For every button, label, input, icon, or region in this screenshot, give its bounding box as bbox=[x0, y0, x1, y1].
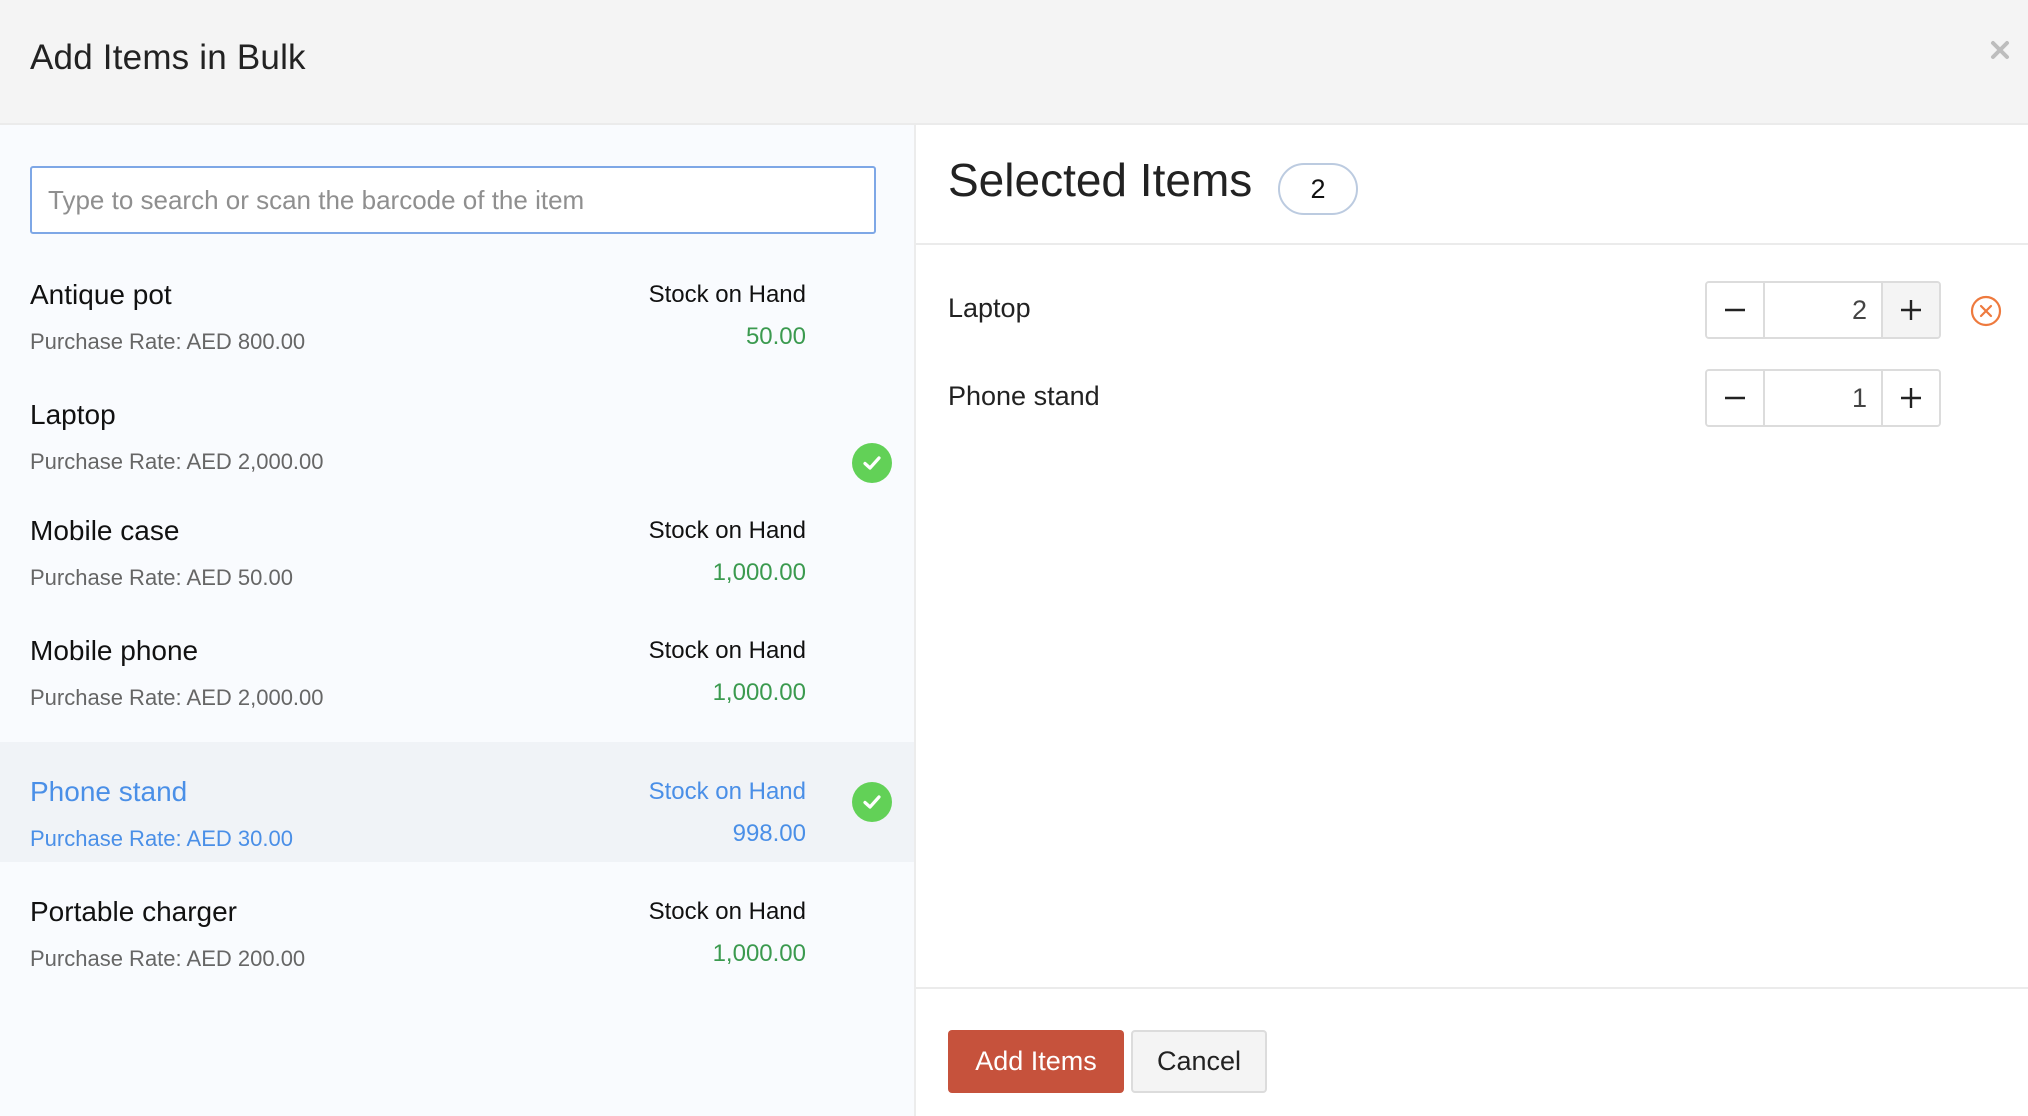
quantity-input[interactable] bbox=[1763, 371, 1883, 425]
item-row-laptop[interactable]: Laptop Purchase Rate: AED 2,000.00 bbox=[0, 365, 914, 485]
stock-value: 50.00 bbox=[745, 323, 806, 350]
minus-icon bbox=[1725, 396, 1745, 400]
item-name: Portable charger bbox=[30, 896, 238, 927]
item-name: Mobile phone bbox=[30, 635, 199, 666]
item-name: Antique pot bbox=[30, 279, 172, 310]
decrement-button[interactable] bbox=[1707, 283, 1763, 337]
plus-icon bbox=[1901, 300, 1921, 320]
item-search-input[interactable] bbox=[30, 166, 876, 234]
item-name: Laptop bbox=[30, 399, 116, 430]
item-row-mobile-phone[interactable]: Mobile phone Purchase Rate: AED 2,000.00… bbox=[0, 601, 914, 721]
selected-check-icon bbox=[852, 782, 892, 822]
item-row-portable-charger[interactable]: Portable charger Purchase Rate: AED 200.… bbox=[0, 862, 914, 982]
selected-items-header: Selected Items 2 bbox=[916, 125, 2028, 245]
modal-header: Add Items in Bulk bbox=[0, 0, 2028, 125]
item-row-phone-stand[interactable]: Phone stand Purchase Rate: AED 30.00 Sto… bbox=[0, 742, 914, 862]
item-purchase-rate: Purchase Rate: AED 50.00 bbox=[30, 565, 293, 590]
item-picker-panel: Antique pot Purchase Rate: AED 800.00 St… bbox=[0, 125, 916, 1116]
item-purchase-rate: Purchase Rate: AED 2,000.00 bbox=[30, 449, 324, 474]
close-icon bbox=[1991, 41, 2009, 59]
item-row-antique-pot[interactable]: Antique pot Purchase Rate: AED 800.00 St… bbox=[0, 245, 914, 365]
stock-value: 1,000.00 bbox=[712, 679, 806, 706]
quantity-stepper bbox=[1705, 369, 1941, 427]
remove-item-button[interactable] bbox=[1970, 295, 2002, 327]
selected-item-name: Laptop bbox=[948, 293, 1031, 323]
selected-check-icon bbox=[852, 443, 892, 483]
increment-button[interactable] bbox=[1883, 283, 1939, 337]
minus-icon bbox=[1725, 308, 1745, 312]
selected-count-badge: 2 bbox=[1278, 163, 1358, 215]
modal-footer: Add Items Cancel bbox=[916, 987, 2028, 1116]
stock-label: Stock on Hand bbox=[648, 281, 806, 308]
quantity-input[interactable] bbox=[1763, 283, 1883, 337]
selected-items-title: Selected Items bbox=[948, 154, 1253, 206]
item-name: Phone stand bbox=[30, 776, 188, 807]
quantity-stepper bbox=[1705, 281, 1941, 339]
plus-icon bbox=[1901, 388, 1921, 408]
stock-value: 1,000.00 bbox=[712, 940, 806, 967]
selected-items-panel: Selected Items 2 Laptop Phone stand bbox=[916, 125, 2028, 1116]
modal-title: Add Items in Bulk bbox=[30, 38, 306, 77]
add-items-button[interactable]: Add Items bbox=[948, 1030, 1124, 1093]
stock-value: 998.00 bbox=[732, 820, 806, 847]
remove-circle-icon bbox=[1970, 295, 2002, 327]
stock-label: Stock on Hand bbox=[648, 898, 806, 925]
selected-item-name: Phone stand bbox=[948, 381, 1100, 411]
stock-label: Stock on Hand bbox=[648, 637, 806, 664]
stock-value: 1,000.00 bbox=[712, 559, 806, 586]
item-purchase-rate: Purchase Rate: AED 800.00 bbox=[30, 329, 306, 354]
item-purchase-rate: Purchase Rate: AED 200.00 bbox=[30, 946, 306, 971]
item-name: Mobile case bbox=[30, 515, 180, 546]
increment-button[interactable] bbox=[1883, 371, 1939, 425]
stock-label: Stock on Hand bbox=[648, 517, 806, 544]
cancel-button[interactable]: Cancel bbox=[1131, 1030, 1267, 1093]
stock-label: Stock on Hand bbox=[648, 778, 806, 805]
item-row-mobile-case[interactable]: Mobile case Purchase Rate: AED 50.00 Sto… bbox=[0, 481, 914, 601]
selected-item-row-laptop: Laptop bbox=[916, 281, 2028, 339]
item-purchase-rate: Purchase Rate: AED 30.00 bbox=[30, 826, 293, 851]
item-purchase-rate: Purchase Rate: AED 2,000.00 bbox=[30, 685, 324, 710]
selected-item-row-phone-stand: Phone stand bbox=[916, 369, 2028, 427]
close-button[interactable] bbox=[1984, 34, 2016, 66]
decrement-button[interactable] bbox=[1707, 371, 1763, 425]
